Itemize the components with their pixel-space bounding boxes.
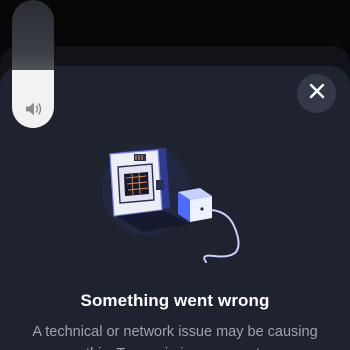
screen: Something went wrong A technical or netw… xyxy=(0,0,350,350)
error-title: Something went wrong xyxy=(80,291,270,310)
unplugged-device-illustration xyxy=(96,140,256,268)
volume-level-fill xyxy=(12,70,54,128)
close-button[interactable] xyxy=(297,74,336,113)
close-icon xyxy=(309,83,325,104)
volume-indicator[interactable] xyxy=(12,0,54,128)
error-message: A technical or network issue may be caus… xyxy=(32,324,318,350)
speaker-icon xyxy=(25,101,43,117)
